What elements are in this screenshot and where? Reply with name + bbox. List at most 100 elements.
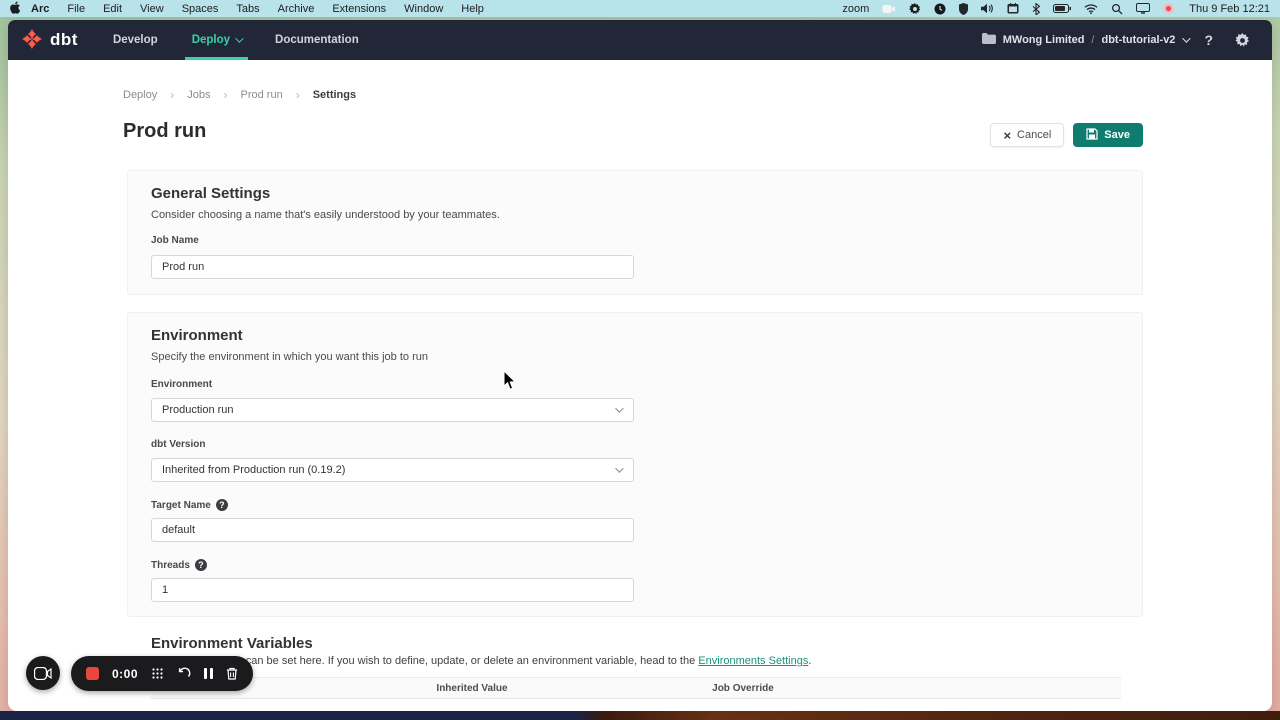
environment-variables-title: Environment Variables [151, 635, 1119, 652]
account-name: MWong Limited [1003, 34, 1085, 46]
environment-select[interactable]: Production run [151, 398, 634, 422]
settings-gear-button[interactable] [1229, 33, 1256, 48]
menubar-view[interactable]: View [131, 3, 173, 15]
nav-items: Develop Deploy Documentation [96, 20, 376, 60]
nav-item-develop-label: Develop [113, 34, 158, 46]
general-settings-description: Consider choosing a name that's easily u… [151, 209, 1119, 221]
page-actions: × Cancel Save [990, 123, 1143, 147]
nav-item-develop[interactable]: Develop [96, 20, 175, 60]
dbt-version-select[interactable]: Inherited from Production run (0.19.2) [151, 458, 634, 482]
clock-status-icon[interactable] [934, 3, 946, 15]
target-name-help-icon[interactable]: ? [216, 499, 228, 511]
general-settings-title: General Settings [151, 185, 1119, 202]
shield-status-icon[interactable] [959, 3, 968, 15]
delete-recording-icon[interactable] [226, 667, 238, 680]
environment-variables-section: Environment Variables Job level override… [127, 628, 1143, 711]
display-icon[interactable] [1136, 3, 1150, 14]
volume-icon[interactable] [981, 3, 994, 14]
chevron-down-icon [1183, 34, 1191, 42]
gear-status-icon[interactable] [909, 3, 921, 15]
breadcrumb-jobs[interactable]: Jobs [187, 89, 210, 101]
recorder-camera-button[interactable] [26, 656, 60, 690]
recorder-toolbar: 0:00 [71, 656, 253, 691]
chevron-down-icon [615, 404, 623, 412]
chevron-down-icon [615, 464, 623, 472]
drag-handle-icon[interactable] [151, 667, 164, 680]
job-settings-page: Deploy › Jobs › Prod run › Settings Prod… [8, 60, 1272, 711]
dbt-navbar: dbt Develop Deploy Documentation [8, 20, 1272, 60]
environments-settings-link[interactable]: Environments Settings [698, 655, 808, 667]
bluetooth-icon[interactable] [1032, 3, 1040, 15]
menubar-tabs[interactable]: Tabs [227, 3, 268, 15]
apple-icon[interactable] [10, 1, 22, 17]
pause-recording-icon[interactable] [204, 668, 213, 679]
menubar-extensions[interactable]: Extensions [323, 3, 395, 15]
search-icon[interactable] [1111, 3, 1123, 15]
nav-item-deploy-label: Deploy [192, 34, 230, 46]
account-separator: / [1091, 34, 1094, 46]
menubar-app-name[interactable]: Arc [22, 3, 58, 15]
help-button[interactable]: ? [1198, 32, 1219, 48]
account-project-switcher[interactable]: MWong Limited / dbt-tutorial-v2 [982, 33, 1189, 47]
battery-icon[interactable] [1053, 4, 1071, 13]
dbt-logo-word: dbt [50, 30, 78, 50]
folder-icon [982, 33, 996, 47]
job-name-input[interactable] [151, 255, 634, 279]
col-inherited-value: Inherited Value [331, 683, 613, 694]
dbt-version-select-value: Inherited from Production run (0.19.2) [162, 464, 345, 476]
menubar-clock[interactable]: Thu 9 Feb 12:21 [1187, 3, 1270, 15]
breadcrumb: Deploy › Jobs › Prod run › Settings [123, 88, 356, 102]
save-button[interactable]: Save [1073, 123, 1143, 147]
threads-label: Threads ? [151, 559, 207, 571]
environment-title: Environment [151, 327, 1119, 344]
save-icon [1086, 128, 1098, 143]
browser-window: dbt Develop Deploy Documentation [8, 20, 1272, 711]
stop-recording-button[interactable] [86, 667, 99, 680]
dbt-logo[interactable]: dbt [8, 20, 96, 60]
project-name: dbt-tutorial-v2 [1101, 34, 1175, 46]
macos-menubar: Arc File Edit View Spaces Tabs Archive E… [0, 0, 1280, 17]
ev-desc-suffix: . [808, 655, 811, 667]
record-indicator-icon[interactable] [1163, 3, 1174, 14]
general-settings-section: General Settings Consider choosing a nam… [127, 170, 1143, 295]
zoom-menu-label[interactable]: zoom [842, 3, 869, 15]
nav-item-deploy[interactable]: Deploy [175, 20, 258, 60]
recording-timer: 0:00 [112, 667, 138, 681]
camera-status-icon[interactable] [882, 4, 896, 14]
cancel-button[interactable]: × Cancel [990, 123, 1064, 147]
dbt-logo-icon [20, 27, 44, 54]
breadcrumb-separator: › [170, 88, 174, 102]
environment-field-label: Environment [151, 379, 212, 390]
environment-select-value: Production run [162, 404, 234, 416]
target-name-input[interactable] [151, 518, 634, 542]
save-button-label: Save [1104, 129, 1130, 141]
menubar-spaces[interactable]: Spaces [173, 3, 228, 15]
breadcrumb-deploy[interactable]: Deploy [123, 89, 157, 101]
threads-label-text: Threads [151, 560, 190, 571]
calendar-icon[interactable] [1007, 3, 1019, 14]
menubar-window[interactable]: Window [395, 3, 452, 15]
restart-recording-icon[interactable] [177, 667, 191, 680]
nav-item-documentation[interactable]: Documentation [258, 20, 376, 60]
menubar-archive[interactable]: Archive [269, 3, 324, 15]
env-vars-table-header: Inherited Value Job Override [151, 677, 1121, 699]
threads-help-icon[interactable]: ? [195, 559, 207, 571]
desktop-wallpaper-strip [0, 711, 1280, 720]
chevron-down-icon [235, 34, 243, 42]
menubar-help[interactable]: Help [452, 3, 493, 15]
threads-input[interactable] [151, 578, 634, 602]
close-icon: × [1003, 129, 1011, 142]
cancel-button-label: Cancel [1017, 129, 1051, 141]
nav-item-documentation-label: Documentation [275, 34, 359, 46]
breadcrumb-prod-run[interactable]: Prod run [241, 89, 283, 101]
breadcrumb-settings: Settings [313, 89, 356, 101]
breadcrumb-separator: › [296, 88, 300, 102]
col-job-override: Job Override [613, 683, 873, 694]
breadcrumb-separator: › [224, 88, 228, 102]
job-name-label: Job Name [151, 235, 199, 246]
wifi-icon[interactable] [1084, 4, 1098, 14]
menubar-file[interactable]: File [58, 3, 94, 15]
menubar-edit[interactable]: Edit [94, 3, 131, 15]
target-name-label-text: Target Name [151, 500, 211, 511]
dbt-version-label: dbt Version [151, 439, 205, 450]
